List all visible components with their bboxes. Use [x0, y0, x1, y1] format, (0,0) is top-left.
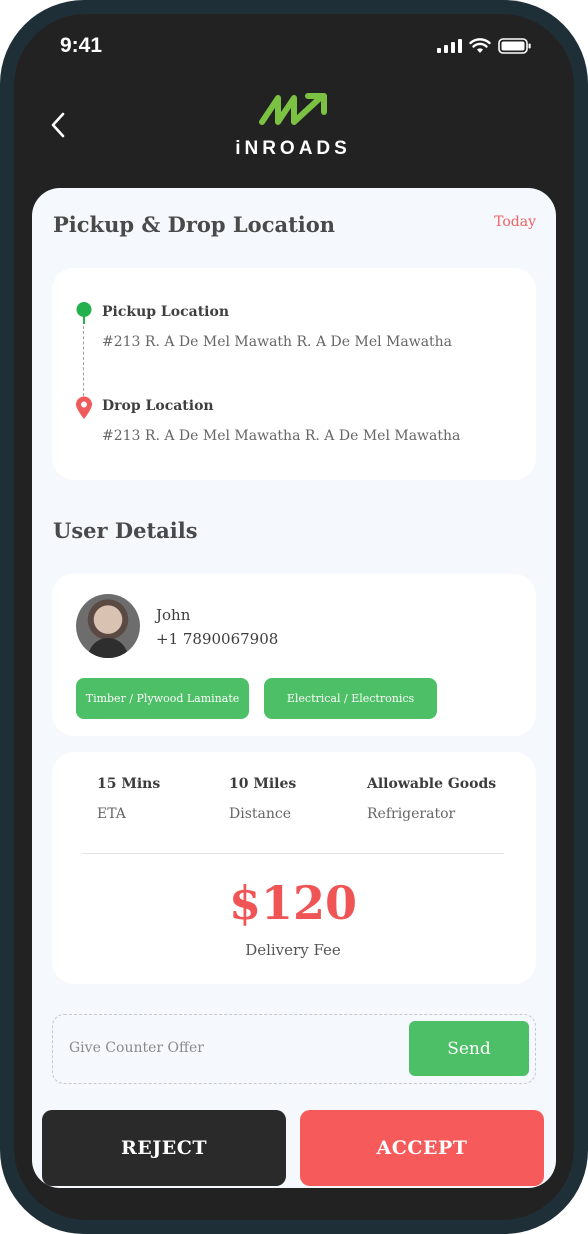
- status-icons: [437, 38, 532, 54]
- cellular-signal-icon: [437, 39, 462, 53]
- counter-offer-box: Send: [52, 1014, 536, 1084]
- back-chevron-icon[interactable]: [50, 112, 66, 142]
- pickup-label: Pickup Location: [102, 304, 229, 320]
- goods-label: Refrigerator: [367, 806, 456, 822]
- order-card: Pickup & Drop Location Today Pickup Loca…: [32, 188, 556, 1188]
- counter-offer-input[interactable]: [69, 1033, 389, 1063]
- battery-icon: [498, 38, 532, 54]
- delivery-fee-label: Delivery Fee: [245, 941, 341, 959]
- eta-label: ETA: [97, 806, 126, 822]
- distance-label: Distance: [229, 806, 292, 822]
- inroads-logo-mark-icon: [259, 93, 327, 125]
- goods-value: Allowable Goods: [367, 776, 497, 792]
- phone-screen: 9:41 iNROADS Pickup & Drop Location Toda…: [14, 14, 574, 1220]
- inroads-logo: iNROADS: [228, 92, 358, 160]
- pickup-pin-icon: [76, 302, 92, 328]
- route-connector-line: [83, 326, 84, 396]
- user-name: John: [156, 606, 191, 624]
- user-panel: John +1 7890067908 Timber / Plywood Lami…: [52, 574, 536, 736]
- reject-button[interactable]: REJECT: [42, 1110, 286, 1186]
- send-button[interactable]: Send: [409, 1021, 529, 1076]
- divider: [82, 853, 504, 854]
- goods-tag-timber[interactable]: Timber / Plywood Laminate: [76, 678, 249, 719]
- drop-label: Drop Location: [102, 398, 214, 414]
- phone-frame: 9:41 iNROADS Pickup & Drop Location Toda…: [0, 0, 588, 1234]
- user-phone: +1 7890067908: [156, 630, 279, 648]
- status-time: 9:41: [60, 34, 103, 57]
- distance-value: 10 Miles: [229, 776, 297, 792]
- accept-button[interactable]: ACCEPT: [300, 1110, 544, 1186]
- date-label: Today: [494, 214, 536, 230]
- goods-tag-electrical[interactable]: Electrical / Electronics: [264, 678, 437, 719]
- brand-name: iNROADS: [235, 138, 351, 159]
- wifi-icon: [469, 38, 491, 54]
- delivery-fee: $120: [228, 876, 358, 930]
- drop-address: #213 R. A De Mel Mawatha R. A De Mel Maw…: [102, 428, 461, 444]
- route-section-title: Pickup & Drop Location: [53, 212, 336, 237]
- avatar: [76, 594, 140, 658]
- trip-panel: 15 Mins ETA 10 Miles Distance Allowable …: [52, 752, 536, 984]
- route-panel: Pickup Location #213 R. A De Mel Mawath …: [52, 268, 536, 480]
- eta-value: 15 Mins: [97, 776, 161, 792]
- pickup-address: #213 R. A De Mel Mawath R. A De Mel Mawa…: [102, 334, 453, 350]
- user-section-title: User Details: [53, 518, 198, 543]
- drop-pin-icon: [75, 396, 93, 424]
